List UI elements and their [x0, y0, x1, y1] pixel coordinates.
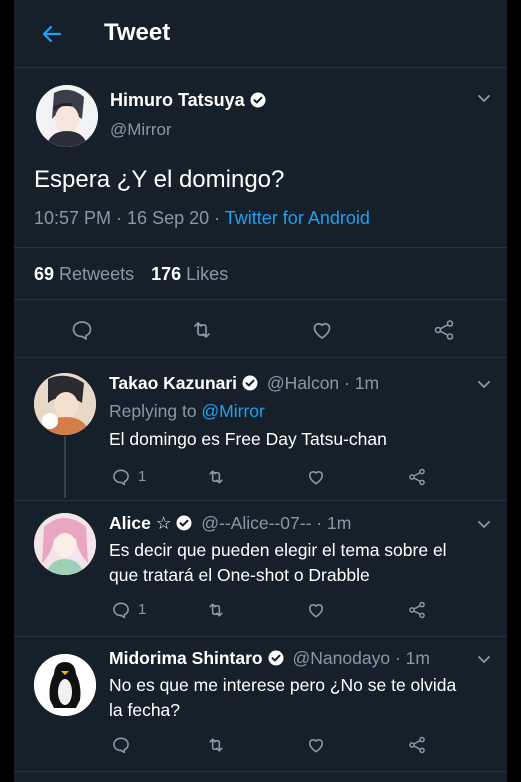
retweet-icon[interactable]: [190, 318, 214, 342]
retweet-icon[interactable]: [206, 600, 226, 620]
reply-author-name[interactable]: Takao Kazunari: [109, 373, 237, 393]
divider: [14, 299, 507, 300]
share-icon[interactable]: [407, 600, 427, 620]
author-handle[interactable]: @Mirror: [110, 120, 172, 140]
tweet-detail-screen: Tweet Himuro Tatsuya @Mirror Espera ¿Y e…: [14, 0, 507, 782]
reply-count: 1: [138, 601, 147, 618]
chevron-down-icon[interactable]: [476, 90, 492, 106]
tweet-timestamp: 10:57 PM · 16 Sep 20 ·: [34, 208, 225, 228]
reply-icon[interactable]: [111, 600, 131, 620]
reply-header: Takao Kazunari @Halcon · 1m: [109, 373, 379, 394]
reply-icon[interactable]: [111, 467, 131, 487]
tweet-meta: 10:57 PM · 16 Sep 20 · Twitter for Andro…: [34, 208, 370, 229]
like-heart-icon[interactable]: [306, 735, 326, 755]
verified-badge-icon: [250, 92, 266, 108]
reply-text: El domingo es Free Day Tatsu-chan: [109, 429, 387, 449]
reply-author-name[interactable]: Alice ☆: [109, 513, 171, 533]
retweet-icon[interactable]: [206, 735, 226, 755]
chevron-down-icon[interactable]: [476, 651, 492, 667]
reply-avatar[interactable]: [34, 513, 96, 575]
reply-text-line: que tratará el One-shot o Drabble: [109, 565, 370, 585]
divider: [14, 771, 507, 772]
replying-to-prefix: Replying to: [109, 401, 202, 421]
verified-badge-icon: [242, 375, 258, 391]
likes-label: Likes: [186, 264, 229, 284]
author-avatar[interactable]: [36, 85, 98, 147]
divider: [14, 500, 507, 501]
back-arrow-icon[interactable]: [40, 22, 64, 46]
retweet-icon[interactable]: [206, 467, 226, 487]
reply-header: Alice ☆ @--Alice--07-- · 1m: [109, 513, 351, 534]
divider: [14, 636, 507, 637]
divider: [14, 247, 507, 248]
reply-avatar[interactable]: [34, 373, 96, 435]
chevron-down-icon[interactable]: [476, 516, 492, 532]
reply-time: · 1m: [316, 513, 352, 533]
divider: [14, 357, 507, 358]
reply-text-line: la fecha?: [109, 700, 181, 720]
reply-avatar[interactable]: [34, 654, 96, 716]
reply-time: · 1m: [394, 648, 430, 668]
reply-count: 1: [138, 468, 147, 485]
like-heart-icon[interactable]: [306, 600, 326, 620]
likes-stat[interactable]: 176 Likes: [151, 264, 228, 284]
share-icon[interactable]: [407, 735, 427, 755]
reply-icon[interactable]: [111, 735, 131, 755]
tweet-source-link[interactable]: Twitter for Android: [225, 208, 370, 228]
reply-author-handle[interactable]: @Nanodayo: [293, 648, 391, 668]
like-heart-icon[interactable]: [310, 318, 334, 342]
reply-text-line: Es decir que pueden elegir el tema sobre…: [109, 540, 447, 560]
top-bar: Tweet: [14, 0, 507, 68]
tweet-stats: 69 Retweets 176 Likes: [34, 264, 228, 285]
share-icon[interactable]: [432, 318, 456, 342]
replying-to-link[interactable]: @Mirror: [201, 401, 264, 421]
page-title: Tweet: [104, 19, 171, 46]
retweets-stat[interactable]: 69 Retweets: [34, 264, 134, 284]
author-name-row[interactable]: Himuro Tatsuya: [110, 90, 266, 111]
reply-icon[interactable]: [70, 318, 94, 342]
reply-text-line: No es que me interese pero ¿No se te olv…: [109, 675, 457, 695]
reply-time: · 1m: [344, 373, 380, 393]
retweets-count: 69: [34, 264, 55, 284]
likes-count: 176: [151, 264, 182, 284]
like-heart-icon[interactable]: [306, 467, 326, 487]
chevron-down-icon[interactable]: [476, 376, 492, 392]
retweets-label: Retweets: [59, 264, 135, 284]
replying-to: Replying to @Mirror: [109, 401, 265, 422]
reply-author-name[interactable]: Midorima Shintaro: [109, 648, 263, 668]
reply-header: Midorima Shintaro @Nanodayo · 1m: [109, 648, 430, 669]
tweet-text: Espera ¿Y el domingo?: [34, 166, 285, 193]
share-icon[interactable]: [407, 467, 427, 487]
reply-author-handle[interactable]: @Halcon: [267, 373, 339, 393]
verified-badge-icon: [176, 515, 192, 531]
verified-badge-icon: [268, 650, 284, 666]
author-name[interactable]: Himuro Tatsuya: [110, 90, 245, 110]
thread-line: [64, 436, 66, 498]
reply-author-handle[interactable]: @--Alice--07--: [201, 513, 311, 533]
